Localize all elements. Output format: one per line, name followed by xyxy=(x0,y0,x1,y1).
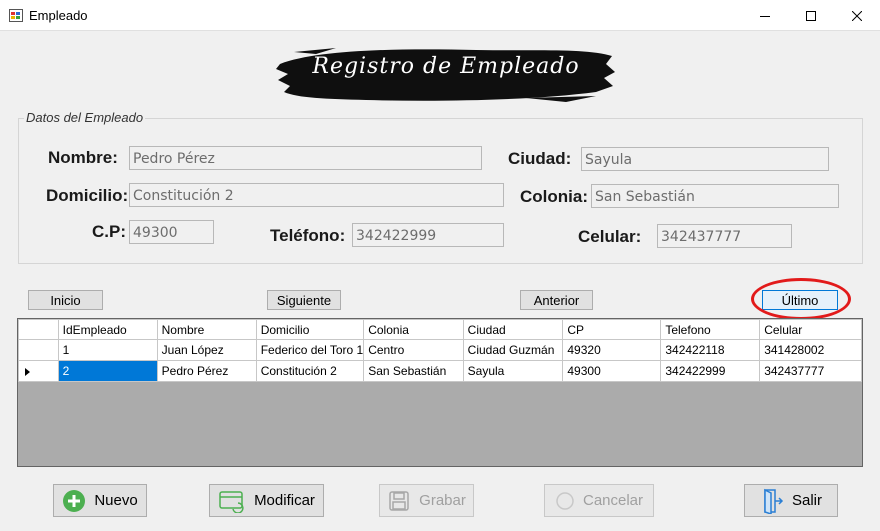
nombre-field[interactable]: Pedro Pérez xyxy=(129,146,482,170)
cancel-icon xyxy=(556,491,574,510)
cp-label: C.P: xyxy=(92,222,126,241)
modificar-button[interactable]: Modificar xyxy=(209,484,324,517)
group-legend: Datos del Empleado xyxy=(24,110,146,125)
siguiente-button[interactable]: Siguiente xyxy=(267,290,341,310)
save-icon xyxy=(389,490,409,511)
grabar-button[interactable]: Grabar xyxy=(379,484,474,517)
modificar-label: Modificar xyxy=(254,492,315,509)
annotation-circle xyxy=(751,278,851,320)
current-row-arrow-icon xyxy=(25,368,30,376)
celular-field[interactable]: 342437777 xyxy=(657,224,792,248)
grid-cell[interactable]: 342422118 xyxy=(660,339,761,361)
cancelar-button[interactable]: Cancelar xyxy=(544,484,654,517)
column-header-nombre[interactable]: Nombre xyxy=(156,319,257,340)
grid-cell[interactable]: 342437777 xyxy=(759,360,862,382)
grid-cell[interactable]: Sayula xyxy=(462,360,564,382)
cancelar-label: Cancelar xyxy=(582,492,644,509)
ciudad-field[interactable]: Sayula xyxy=(581,147,829,171)
inicio-button[interactable]: Inicio xyxy=(28,290,103,310)
close-button[interactable] xyxy=(834,0,880,31)
salir-button[interactable]: Salir xyxy=(744,484,838,517)
grid-cell[interactable]: 341428002 xyxy=(759,339,862,361)
maximize-icon xyxy=(806,10,816,21)
exit-door-icon xyxy=(764,488,784,514)
app-icon xyxy=(9,9,23,22)
celular-label: Celular: xyxy=(578,227,642,246)
ciudad-label: Ciudad: xyxy=(508,149,572,168)
cp-field[interactable]: 49300 xyxy=(129,220,214,244)
grid-cell[interactable]: San Sebastián xyxy=(363,360,464,382)
nuevo-button[interactable]: Nuevo xyxy=(53,484,147,517)
column-header-celular[interactable]: Celular xyxy=(759,319,862,340)
banner: Registro de Empleado xyxy=(276,42,616,106)
domicilio-label: Domicilio: xyxy=(46,186,129,205)
grid-corner-cell[interactable] xyxy=(18,319,59,340)
minimize-button[interactable] xyxy=(742,0,788,31)
grid-cell[interactable]: Federico del Toro 1 xyxy=(255,339,365,361)
row-header-current[interactable] xyxy=(18,360,59,382)
grid-cell[interactable]: Pedro Pérez xyxy=(156,360,257,382)
grid-table: IdEmpleado Nombre Domicilio Colonia Ciud… xyxy=(18,319,862,382)
grid-cell[interactable]: 342422999 xyxy=(660,360,761,382)
colonia-field[interactable]: San Sebastián xyxy=(591,184,839,208)
maximize-button[interactable] xyxy=(788,0,834,31)
table-row[interactable]: 1 Juan López Federico del Toro 1 Centro … xyxy=(18,339,862,361)
grid-cell[interactable]: 1 xyxy=(57,339,158,361)
telefono-label: Teléfono: xyxy=(270,226,346,245)
column-header-idempleado[interactable]: IdEmpleado xyxy=(57,319,158,340)
close-icon xyxy=(852,10,862,21)
grid-cell[interactable]: Juan López xyxy=(156,339,257,361)
nombre-label: Nombre: xyxy=(48,148,118,167)
column-header-colonia[interactable]: Colonia xyxy=(363,319,464,340)
salir-label: Salir xyxy=(791,492,822,509)
add-icon xyxy=(63,489,86,512)
anterior-button[interactable]: Anterior xyxy=(520,290,593,310)
column-header-ciudad[interactable]: Ciudad xyxy=(462,319,564,340)
grid-cell[interactable]: Centro xyxy=(363,339,464,361)
edit-icon xyxy=(219,490,244,513)
column-header-domicilio[interactable]: Domicilio xyxy=(255,319,365,340)
employee-grid[interactable]: IdEmpleado Nombre Domicilio Colonia Ciud… xyxy=(17,318,863,467)
grabar-label: Grabar xyxy=(419,492,466,509)
grid-header-row: IdEmpleado Nombre Domicilio Colonia Ciud… xyxy=(18,319,862,340)
grid-cell[interactable]: Constitución 2 xyxy=(255,360,365,382)
grid-cell[interactable]: Ciudad Guzmán xyxy=(462,339,564,361)
title-bar: Empleado xyxy=(0,0,880,31)
banner-title: Registro de Empleado xyxy=(312,54,580,79)
nuevo-label: Nuevo xyxy=(94,492,138,509)
grid-cell-selected[interactable]: 2 xyxy=(57,360,158,382)
row-header[interactable] xyxy=(18,339,59,361)
column-header-telefono[interactable]: Telefono xyxy=(660,319,761,340)
colonia-label: Colonia: xyxy=(520,187,588,206)
grid-cell[interactable]: 49320 xyxy=(562,339,662,361)
minimize-icon xyxy=(760,15,770,17)
grid-cell[interactable]: 49300 xyxy=(562,360,662,382)
table-row[interactable]: 2 Pedro Pérez Constitución 2 San Sebasti… xyxy=(18,360,862,382)
column-header-cp[interactable]: CP xyxy=(562,319,662,340)
window-title: Empleado xyxy=(29,8,88,23)
telefono-field[interactable]: 342422999 xyxy=(352,223,504,247)
domicilio-field[interactable]: Constitución 2 xyxy=(129,183,504,207)
